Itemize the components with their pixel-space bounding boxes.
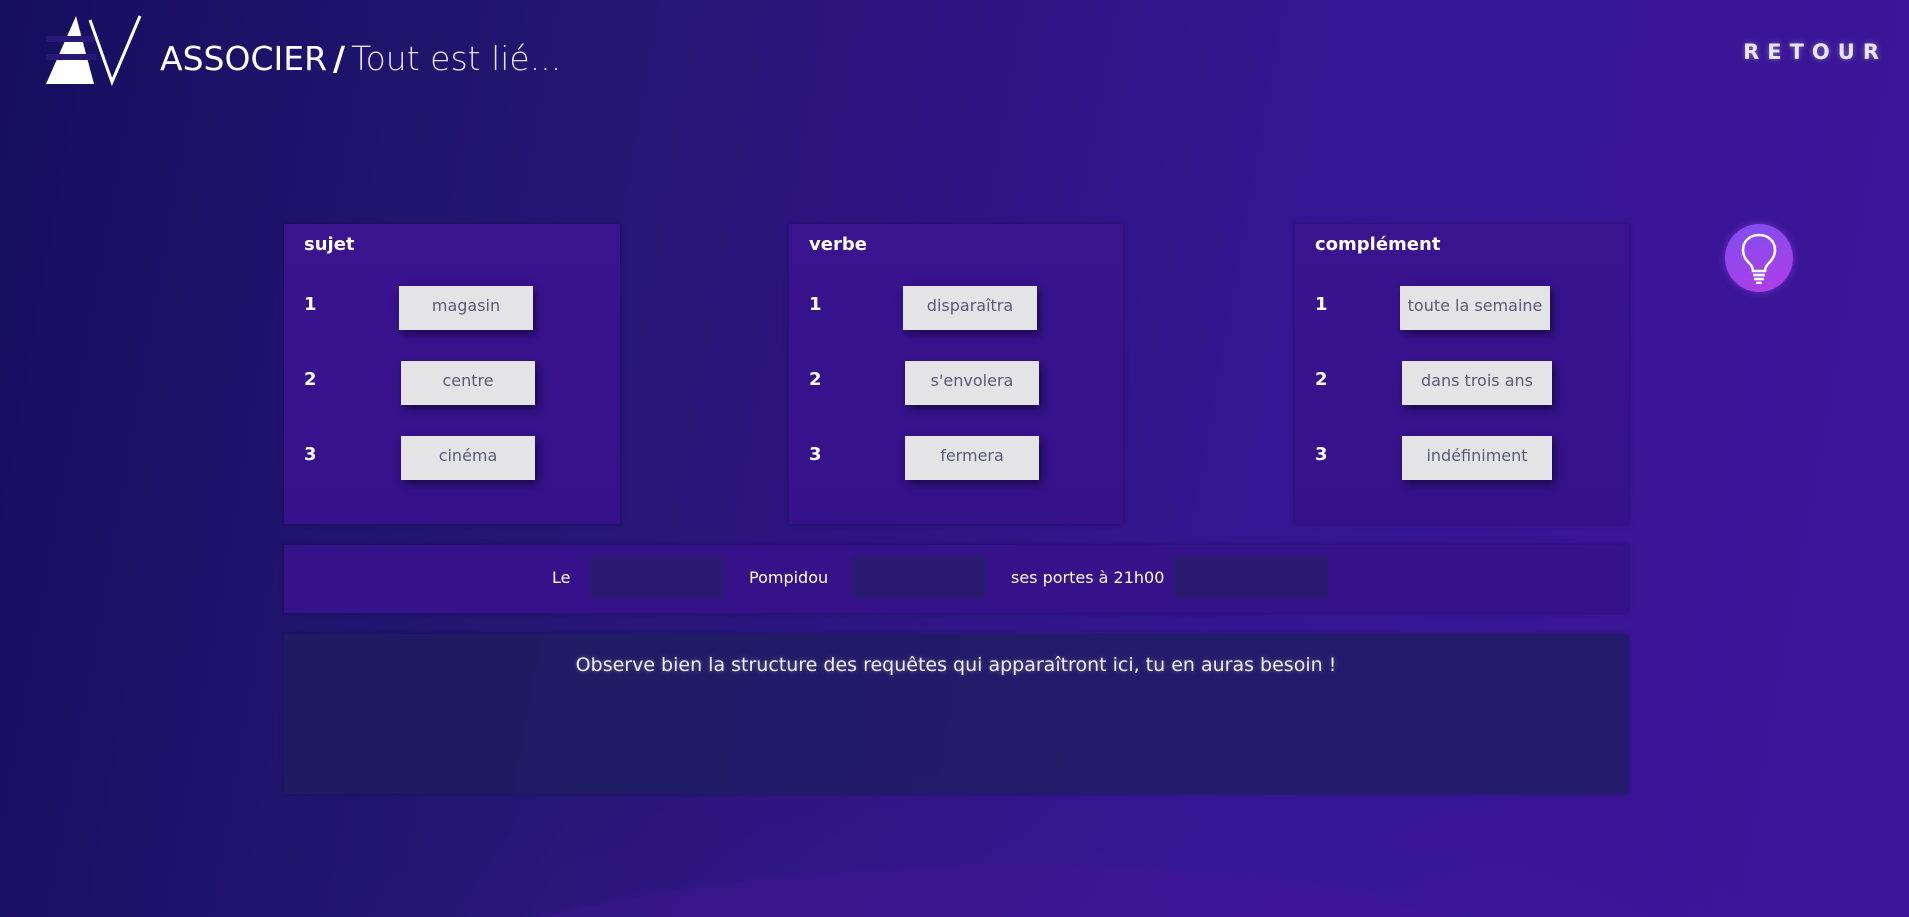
lightbulb-icon: [1741, 233, 1777, 284]
query-result-box: Observe bien la structure des requêtes q…: [284, 634, 1628, 794]
word-chip-indefiniment[interactable]: indéfiniment: [1402, 436, 1552, 480]
word-chip-toute-la-semaine[interactable]: toute la semaine: [1400, 286, 1550, 330]
word-chip-magasin[interactable]: magasin: [399, 286, 533, 330]
row-number: 2: [809, 369, 822, 390]
av-logo-icon: [46, 15, 142, 87]
app-title-separator: /: [333, 39, 346, 78]
word-chip-disparaitra[interactable]: disparaîtra: [903, 286, 1037, 330]
app-title-main: ASSOCIER: [160, 39, 327, 78]
drop-slot-verb[interactable]: [852, 556, 986, 598]
row-number: 3: [809, 444, 822, 465]
sentence-text-portes: ses portes à 21h00: [1011, 568, 1165, 587]
row-number: 3: [304, 444, 317, 465]
column-title: verbe: [809, 234, 867, 255]
column-title: sujet: [304, 234, 355, 255]
word-chip-senvolera[interactable]: s'envolera: [905, 361, 1039, 405]
column-complement: complément 1 toute la semaine 2 dans tro…: [1295, 224, 1629, 524]
row-number: 2: [304, 369, 317, 390]
app-logo: [46, 14, 142, 87]
back-button[interactable]: RETOUR: [1743, 40, 1887, 64]
word-chip-centre[interactable]: centre: [401, 361, 535, 405]
word-chip-fermera[interactable]: fermera: [905, 436, 1039, 480]
column-sujet: sujet 1 magasin 2 centre 3 cinéma: [284, 224, 620, 524]
drop-slot-subject[interactable]: [590, 556, 724, 598]
word-chip-dans-trois-ans[interactable]: dans trois ans: [1402, 361, 1552, 405]
drop-slot-complement[interactable]: [1174, 556, 1328, 598]
column-title: complément: [1315, 234, 1441, 255]
row-number: 1: [304, 294, 317, 315]
app-title-subtitle: Tout est lié...: [351, 39, 562, 78]
row-number: 1: [809, 294, 822, 315]
hint-button[interactable]: [1725, 224, 1793, 292]
app-title: ASSOCIER / Tout est lié...: [160, 36, 561, 82]
row-number: 2: [1315, 369, 1328, 390]
row-number: 3: [1315, 444, 1328, 465]
row-number: 1: [1315, 294, 1328, 315]
sentence-text-le: Le: [552, 568, 571, 587]
sentence-text-pompidou: Pompidou: [749, 568, 829, 587]
column-verbe: verbe 1 disparaîtra 2 s'envolera 3 ferme…: [789, 224, 1123, 524]
result-message: Observe bien la structure des requêtes q…: [575, 654, 1337, 676]
sentence-bar: Le Pompidou ses portes à 21h00: [284, 545, 1628, 613]
word-chip-cinema[interactable]: cinéma: [401, 436, 535, 480]
